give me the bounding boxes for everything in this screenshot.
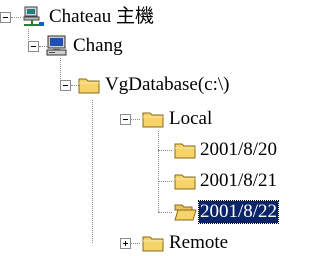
collapse-host-button[interactable] <box>0 12 11 23</box>
folder-tree: Chateau 主機 Chang VgDatabase(c:\) Local 2… <box>0 0 328 256</box>
folder-icon[interactable] <box>173 170 197 192</box>
remote-node-label[interactable]: Remote <box>168 232 229 254</box>
minus-icon <box>3 17 8 18</box>
folder-icon[interactable] <box>141 232 165 254</box>
minus-icon <box>63 85 68 86</box>
date-node-label[interactable]: 2001/8/21 <box>199 170 278 192</box>
folder-icon[interactable] <box>77 74 101 96</box>
folder-icon[interactable] <box>141 108 165 130</box>
folder-icon[interactable] <box>173 139 197 161</box>
collapse-local-button[interactable] <box>120 114 131 125</box>
open-folder-icon[interactable] <box>173 201 197 223</box>
date-node-label-selected[interactable]: 2001/8/22 <box>197 200 280 224</box>
tree-guide-line <box>60 58 61 79</box>
expand-remote-button[interactable] <box>120 238 131 249</box>
tree-guide-line <box>130 119 140 120</box>
tree-guide-line <box>92 100 93 243</box>
date-node-label[interactable]: 2001/8/20 <box>199 139 278 161</box>
computer-node-label[interactable]: Chang <box>72 35 124 57</box>
computer-icon[interactable] <box>45 35 69 57</box>
local-node-label[interactable]: Local <box>168 108 213 130</box>
tree-guide-line <box>158 150 172 151</box>
host-node-label[interactable]: Chateau 主機 <box>48 6 155 28</box>
collapse-computer-button[interactable] <box>28 41 39 52</box>
network-computer-icon[interactable] <box>22 6 46 28</box>
tree-guide-line <box>158 212 172 213</box>
tree-guide-line <box>158 181 172 182</box>
database-node-label[interactable]: VgDatabase(c:\) <box>104 74 231 96</box>
collapse-database-button[interactable] <box>60 80 71 91</box>
minus-icon <box>123 119 128 120</box>
tree-guide-line <box>11 17 21 18</box>
minus-icon <box>31 46 36 47</box>
tree-guide-line <box>130 243 140 244</box>
tree-guide-line <box>158 131 159 212</box>
